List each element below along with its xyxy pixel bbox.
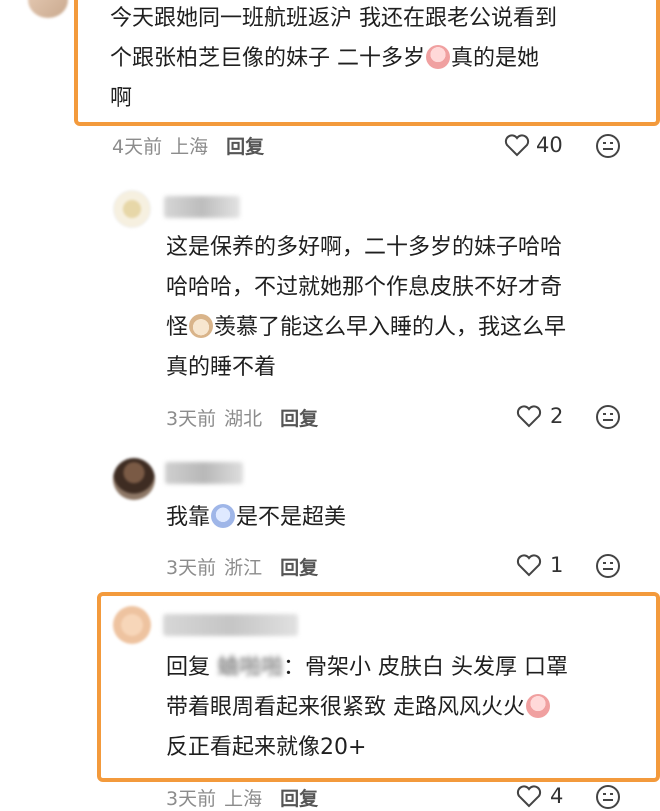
location: 浙江 (224, 557, 263, 579)
emoji-reaction-icon[interactable] (595, 133, 621, 159)
heart-icon[interactable] (516, 404, 542, 428)
comment-text: 回复 蛐啪啪：骨架小 皮肤白 头发厚 口罩 (166, 649, 568, 686)
comment-text: 带着眼周看起来很紧致 走路风风火火 (166, 689, 551, 726)
reply-button[interactable]: 回复 (280, 557, 318, 579)
location: 上海 (170, 136, 209, 158)
timestamp: 3天前 (166, 557, 217, 579)
avatar[interactable] (113, 190, 151, 228)
comment-text: 今天跟她同一班航班返沪 我还在跟老公说看到 (110, 6, 557, 31)
avatar[interactable] (113, 606, 151, 644)
comment-text: 怪羡慕了能这么早入睡的人，我这么早 (166, 314, 567, 340)
comment-text: 啊 (110, 86, 133, 111)
like-count: 40 (536, 133, 563, 157)
emoji-reaction-icon[interactable] (595, 553, 621, 579)
reply-button[interactable]: 回复 (280, 788, 318, 810)
timestamp: 3天前 (166, 408, 217, 430)
comment-text: 我靠 是不是超美 (166, 504, 347, 530)
shocked-emoji (211, 504, 236, 528)
emoji-reaction-icon[interactable] (595, 784, 621, 810)
comment-meta: 3天前 浙江 回复 (166, 553, 318, 580)
location: 湖北 (224, 408, 263, 430)
username[interactable] (164, 196, 240, 218)
comment-text: 这是保养的多好啊，二十多岁的妹子哈哈 (166, 235, 563, 260)
username[interactable] (163, 614, 298, 636)
comment-meta: 3天前 湖北 回复 (166, 404, 318, 431)
comment-meta: 3天前 上海 回复 (166, 784, 318, 811)
comment-text: 真的睡不着 (166, 355, 277, 380)
location: 上海 (224, 788, 263, 810)
avatar[interactable] (113, 458, 155, 500)
reply-prefix: 回复 (166, 655, 211, 680)
comment-meta: 4天前 上海 回复 (112, 132, 264, 159)
comment-text: 反正看起来就像20+ (166, 735, 367, 760)
comment-text: 哈哈哈，不过就她那个作息皮肤不好才奇 (166, 275, 563, 300)
like-count: 1 (550, 553, 564, 577)
heart-icon[interactable] (516, 784, 542, 808)
like-count: 2 (550, 404, 564, 428)
masked-username[interactable]: 蛐啪啪 (217, 649, 283, 686)
emoji-reaction-icon[interactable] (595, 404, 621, 430)
heart-icon[interactable] (504, 133, 530, 157)
username[interactable] (165, 462, 243, 484)
cat-emoji (189, 314, 214, 338)
timestamp: 4天前 (112, 136, 163, 158)
heart-icon[interactable] (516, 553, 542, 577)
crying-emoji (526, 694, 550, 718)
reply-button[interactable]: 回复 (226, 136, 264, 158)
timestamp: 3天前 (166, 788, 217, 810)
crying-emoji (426, 45, 450, 69)
like-count: 4 (550, 784, 564, 808)
reply-button[interactable]: 回复 (280, 408, 318, 430)
avatar[interactable] (28, 0, 68, 18)
comment-text: 个跟张柏芝巨像的妹子 二十多岁 真的是她 (110, 45, 540, 71)
